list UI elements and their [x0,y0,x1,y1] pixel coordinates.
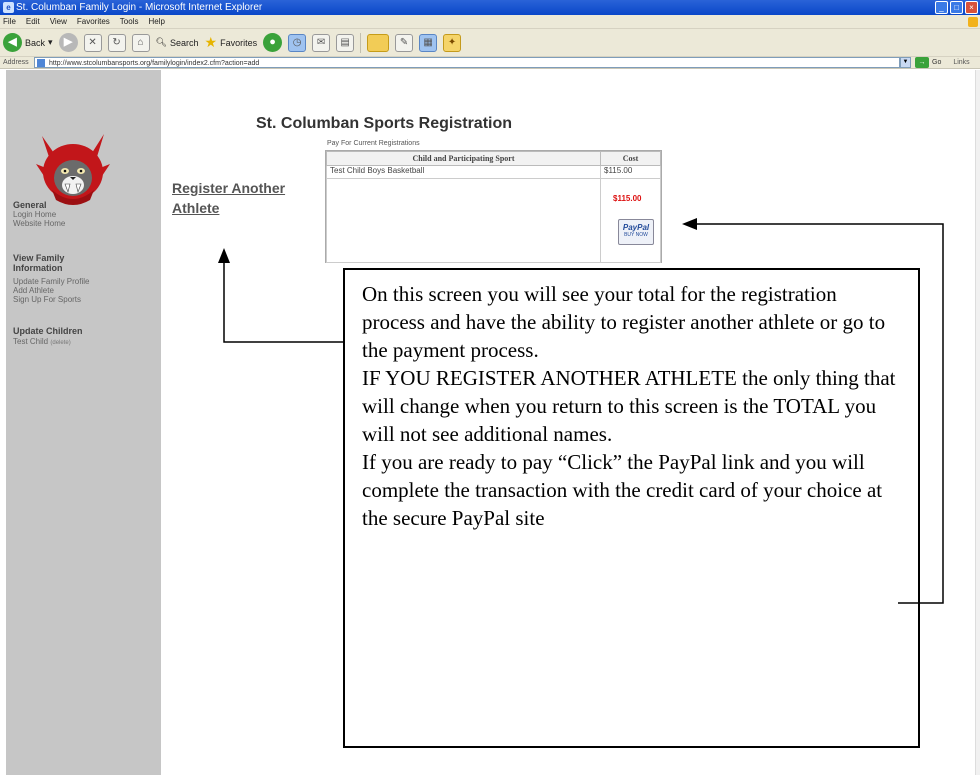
sidebar-heading-children: Update Children [13,326,83,336]
windows-logo-icon [968,17,978,27]
sidebar-item-add-athlete[interactable]: Add Athlete [13,286,54,295]
favorites-label: Favorites [220,37,258,48]
sidebar-item-update-family[interactable]: Update Family Profile [13,277,89,286]
sidebar: General Login Home Website Home View Fam… [6,70,161,775]
pay-caption: Pay For Current Registrations [327,140,420,147]
go-label: Go [932,58,942,66]
scrollbar[interactable] [975,70,980,775]
table-row: Test Child Boys Basketball $115.00 [326,165,661,179]
home-icon[interactable]: ⌂ [131,33,150,52]
column-header-child-sport: Child and Participating Sport [326,151,601,166]
paypal-button[interactable]: PayPal BUY NOW [618,219,654,245]
discuss-icon[interactable]: ▦ [419,33,438,52]
menu-bar: File Edit View Favorites Tools Help [0,15,980,29]
table-header-row: Child and Participating Sport Cost [326,151,661,166]
registration-table: Child and Participating Sport Cost Test … [325,150,662,263]
folder-icon[interactable] [367,33,390,52]
url-field[interactable]: http://www.stcolumbansports.org/familylo… [34,57,900,68]
window-title-bar: e St. Columban Family Login - Microsoft … [0,0,980,15]
page-icon [37,59,45,67]
forward-button[interactable]: ▶ [58,33,78,52]
delete-child-link[interactable]: (delete) [50,340,70,346]
search-button[interactable]: 🔍︎ Search [156,32,199,54]
bobcat-mascot-logo [36,134,110,205]
address-bar: Address http://www.stcolumbansports.org/… [0,57,980,69]
star-icon: ★ [204,34,218,50]
close-button[interactable]: × [965,1,978,14]
sidebar-heading-general: General [13,200,47,210]
sidebar-item-website-home[interactable]: Website Home [13,219,65,228]
back-label: Back [25,37,46,48]
history-icon[interactable]: ◷ [288,33,307,52]
messenger-icon[interactable]: ✦ [443,33,462,52]
url-text: http://www.stcolumbansports.org/familylo… [49,60,260,67]
media-icon[interactable]: ● [263,33,283,52]
ie-icon: e [3,2,14,13]
menu-help[interactable]: Help [148,15,164,28]
toolbar-divider [360,32,362,53]
toolbar: ◀ Back ▾ ▶ ✕ ↻ ⌂ 🔍︎ Search ★ Favorites ●… [0,29,980,57]
empty-cell [326,178,601,263]
arrowhead-up [218,248,230,263]
maximize-button[interactable]: □ [950,1,963,14]
stop-icon[interactable]: ✕ [83,33,102,52]
total-amount: $115.00 [613,194,642,203]
window-title: St. Columban Family Login - Microsoft In… [16,2,263,13]
column-header-cost: Cost [600,151,661,166]
menu-view[interactable]: View [50,15,67,28]
print-icon[interactable]: ▤ [336,33,355,52]
search-icon: 🔍︎ [155,37,167,47]
sidebar-item-sign-up-sports[interactable]: Sign Up For Sports [13,295,81,304]
callout-paragraph-1: On this screen you will see your total f… [362,282,886,362]
page-title: St. Columban Sports Registration [256,115,513,132]
window-controls: _ □ × [935,1,978,14]
menu-edit[interactable]: Edit [26,15,40,28]
arrow-to-register-link [223,262,343,343]
menu-favorites[interactable]: Favorites [77,15,110,28]
child-name: Test Child [13,337,49,346]
go-button[interactable]: → Go [915,57,941,69]
mail-icon[interactable]: ✉ [312,33,331,52]
sidebar-item-login-home[interactable]: Login Home [13,210,56,219]
minimize-button[interactable]: _ [935,1,948,14]
menu-tools[interactable]: Tools [120,15,139,28]
row-child-sport: Test Child Boys Basketball [326,165,601,179]
refresh-icon[interactable]: ↻ [107,33,126,52]
callout-paragraph-3: If you are ready to pay “Click” the PayP… [362,450,883,530]
go-arrow-icon: → [915,57,929,68]
paypal-label: PayPal [622,223,650,232]
search-label: Search [169,37,199,48]
back-arrow-icon: ◀ [3,33,22,52]
arrowhead-left [682,218,697,230]
sidebar-item-child[interactable]: Test Child (delete) [13,337,71,348]
address-label: Address [3,58,29,66]
paypal-sublabel: BUY NOW [624,232,648,238]
favorites-button[interactable]: ★ Favorites [205,32,258,54]
register-another-athlete-link[interactable]: Register Another Athlete [172,178,332,218]
links-label[interactable]: Links [953,57,969,69]
edit-icon[interactable]: ✎ [395,33,414,52]
table-row-empty [326,178,661,263]
chevron-down-icon: ▾ [48,37,53,47]
callout-paragraph-2: IF YOU REGISTER ANOTHER ATHLETE the only… [362,366,896,446]
sidebar-heading-family: View Family Information [13,253,65,273]
instruction-callout: On this screen you will see your total f… [343,268,920,748]
chevron-down-icon[interactable]: ▼ [900,57,911,68]
back-button[interactable]: ◀ Back ▾ [3,32,53,54]
row-cost: $115.00 [600,165,661,179]
menu-file[interactable]: File [3,15,16,28]
